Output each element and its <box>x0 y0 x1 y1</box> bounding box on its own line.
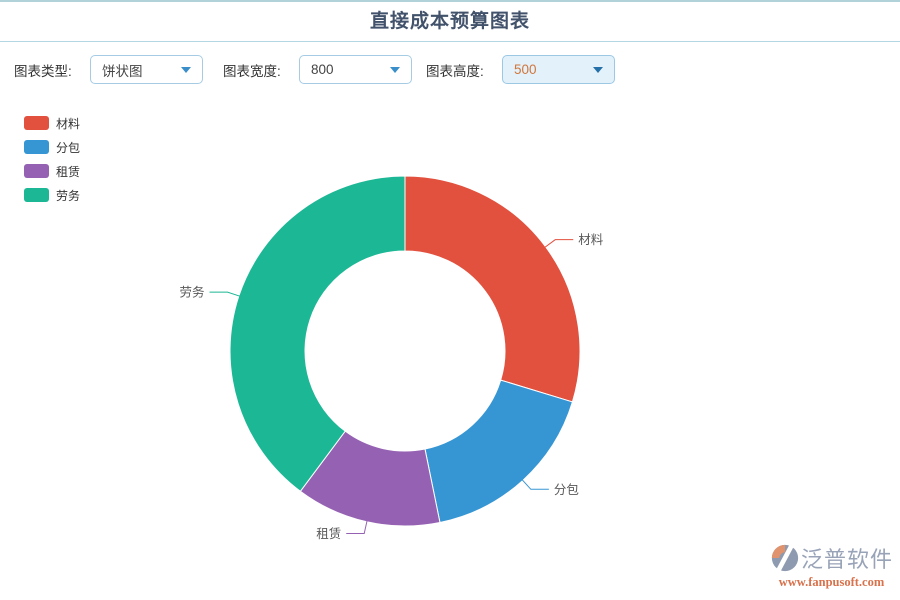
watermark-row: 泛普软件 <box>770 542 893 574</box>
chart-width-label: 图表宽度: <box>223 63 281 79</box>
legend-swatch <box>24 116 49 130</box>
legend-label: 材料 <box>56 116 81 131</box>
chart-width-value: 800 <box>311 62 334 77</box>
slice-label-分包: 分包 <box>554 483 579 497</box>
slice-label-劳务: 劳务 <box>180 285 205 300</box>
slice-label-line-劳务 <box>209 291 241 297</box>
slice-label-line-材料 <box>544 239 574 248</box>
legend-item-材料[interactable]: 材料 <box>24 116 81 131</box>
chevron-down-icon <box>390 66 400 73</box>
legend-swatch <box>24 188 49 202</box>
watermark: 泛普软件 www.fanpusoft.com <box>770 542 893 590</box>
fanpu-logo-icon <box>771 543 799 573</box>
legend-swatch <box>24 164 49 178</box>
legend-item-租赁[interactable]: 租赁 <box>24 164 81 179</box>
chart-width-select[interactable]: 800 <box>299 55 412 84</box>
legend-label: 劳务 <box>56 188 81 203</box>
legend-label: 租赁 <box>56 164 81 179</box>
chevron-down-icon <box>181 66 191 73</box>
chart-height-group: 图表高度: 500 <box>426 55 615 84</box>
slice-label-租赁: 租赁 <box>316 527 341 541</box>
watermark-url: www.fanpusoft.com <box>778 575 885 589</box>
pie-slice-材料[interactable] <box>404 175 581 403</box>
pie-slice-劳务[interactable] <box>229 175 406 492</box>
chart-legend: 材料 分包 租赁 劳务 <box>24 116 81 203</box>
chart-type-label: 图表类型: <box>14 63 72 79</box>
legend-label: 分包 <box>56 140 81 155</box>
chart-type-group: 图表类型: 饼状图 <box>14 55 203 84</box>
legend-item-分包[interactable]: 分包 <box>24 140 81 155</box>
slice-label-材料: 材料 <box>578 233 604 247</box>
chevron-down-icon <box>593 66 603 73</box>
chart-height-select[interactable]: 500 <box>502 55 615 84</box>
slice-label-line-租赁 <box>346 520 368 534</box>
page-title: 直接成本预算图表 <box>369 11 530 32</box>
legend-swatch <box>24 140 49 154</box>
donut-chart: 材料分包租赁 劳务 <box>180 175 604 541</box>
watermark-brand: 泛普软件 <box>800 547 893 572</box>
pie-slice-分包[interactable] <box>424 379 574 524</box>
slice-label-line-分包 <box>521 479 549 490</box>
chart-height-label: 图表高度: <box>426 63 484 79</box>
chart-width-group: 图表宽度: 800 <box>223 55 412 84</box>
legend-item-劳务[interactable]: 劳务 <box>24 188 81 203</box>
chart-type-select[interactable]: 饼状图 <box>90 55 203 84</box>
chart-page: 直接成本预算图表 图表类型: 饼状图 图表宽度: 800 图表高度: 500 材… <box>0 0 900 600</box>
chart-height-value: 500 <box>514 62 537 77</box>
chart-type-value: 饼状图 <box>102 63 143 79</box>
header: 直接成本预算图表 <box>0 2 900 42</box>
